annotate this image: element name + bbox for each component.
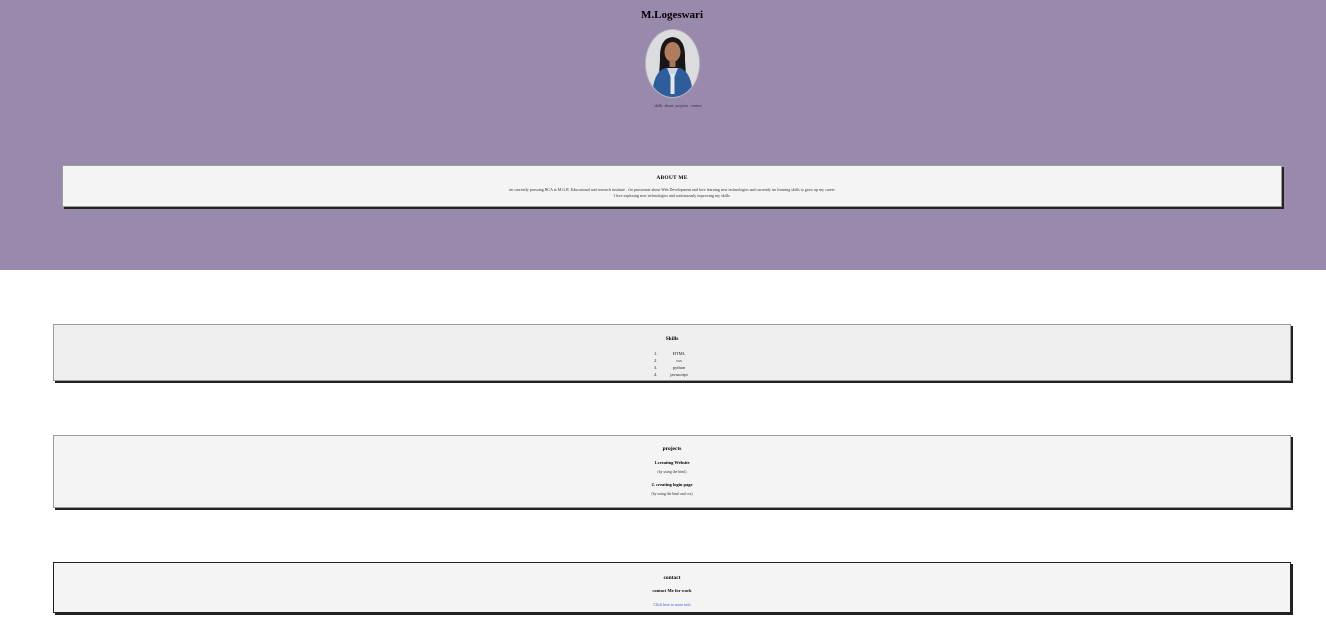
hero-section: M.Logeswari skills about projects contac… [0,0,1326,270]
about-card: ABOUT ME im currently pursuing BCA at M.… [62,165,1282,207]
page-title: M.Logeswari [640,9,703,21]
list-item: 1. HTML [54,350,1290,357]
nav-link-skills[interactable]: skills [654,103,662,108]
top-nav: skills about projects contact [0,103,1326,108]
list-number: 1. [654,351,658,356]
projects-card: projects 1.creating Website (by using th… [53,435,1291,508]
skills-card: Skills 1. HTML 2. css 3. python 4. javascrip… [53,324,1291,381]
list-number: 4. [654,372,658,377]
list-item: 3. python [54,364,1290,371]
contact-title: contact [663,575,681,581]
project-title: 2. creating login page [651,482,693,487]
profile-photo-icon [646,30,699,97]
list-item: 2. css [54,357,1290,364]
nav-link-contact[interactable]: contact [690,103,702,108]
avatar [645,29,700,98]
project-description: (by using the html) [657,470,687,474]
about-title: ABOUT ME [656,175,688,181]
list-item: 4. javascript [54,371,1290,378]
list-number: 2. [654,358,658,363]
skill-label: python [672,365,686,370]
project-title: 1.creating Website [654,460,690,465]
nav-link-projects[interactable]: projects [676,103,689,108]
contact-info-link[interactable]: Click here to more info [653,602,690,607]
skill-label: css [676,358,682,363]
about-line-2: I love exploring new technologies and co… [613,193,731,198]
skills-list: 1. HTML 2. css 3. python 4. javascript [54,350,1290,378]
contact-card: contact contact Me for work Click here t… [53,562,1291,613]
contact-subtitle: contact Me for work [652,588,692,593]
skills-title: Skills [665,336,679,342]
list-number: 3. [654,365,658,370]
project-description: (by using the html and css) [651,492,693,496]
about-text: im currently pursuing BCA at M.G.R. Educ… [63,187,1281,199]
about-line-1: im currently pursuing BCA at M.G.R. Educ… [509,187,835,192]
skill-label: HTML [672,351,686,356]
nav-link-about[interactable]: about [665,103,674,108]
projects-title: projects [662,446,682,452]
skill-label: javascript [670,372,688,377]
